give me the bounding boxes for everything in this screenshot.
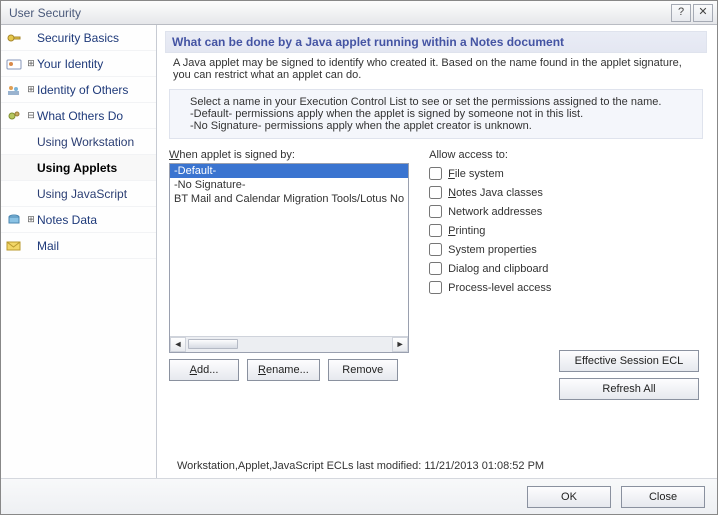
expand-icon[interactable]: ⊞	[25, 84, 37, 95]
key-icon	[5, 30, 23, 46]
gears-icon	[5, 108, 23, 124]
remove-button[interactable]: Remove	[328, 359, 398, 381]
effective-session-ecl-button[interactable]: Effective Session ECL	[559, 350, 699, 372]
sidebar-item-using-javascript[interactable]: Using JavaScript	[1, 181, 156, 207]
close-button[interactable]: Close	[621, 486, 705, 508]
signer-list-label: When applet is signed by:	[169, 149, 409, 161]
perm-process-level[interactable]: Process-level access	[429, 278, 703, 297]
scroll-right-icon[interactable]: ►	[392, 337, 408, 352]
ok-button[interactable]: OK	[527, 486, 611, 508]
perm-network[interactable]: Network addresses	[429, 202, 703, 221]
close-window-button[interactable]: ✕	[693, 4, 713, 22]
dialog-footer: OK Close	[1, 478, 717, 514]
allow-access-label: Allow access to:	[429, 149, 703, 161]
sidebar-item-using-applets[interactable]: Using Applets	[1, 155, 156, 181]
sidebar: Security Basics ⊞ Your Identity ⊞ Identi…	[1, 25, 157, 478]
refresh-all-button[interactable]: Refresh All	[559, 378, 699, 400]
last-modified-status: Workstation,Applet,JavaScript ECLs last …	[165, 456, 707, 474]
list-item[interactable]: -No Signature-	[170, 178, 408, 192]
scroll-thumb[interactable]	[188, 339, 238, 349]
sidebar-item-identity-of-others[interactable]: ⊞ Identity of Others	[1, 77, 156, 103]
mail-icon	[5, 238, 23, 254]
sidebar-item-mail[interactable]: Mail	[1, 233, 156, 259]
help-button[interactable]: ?	[671, 4, 691, 22]
scroll-left-icon[interactable]: ◄	[170, 337, 186, 352]
section-heading: What can be done by a Java applet runnin…	[165, 31, 707, 53]
list-item[interactable]: -Default-	[170, 164, 408, 178]
rename-button[interactable]: Rename...	[247, 359, 320, 381]
people-icon	[5, 82, 23, 98]
window-title: User Security	[9, 6, 81, 20]
list-item[interactable]: BT Mail and Calendar Migration Tools/Lot…	[170, 192, 408, 206]
perm-dialog-clipboard[interactable]: Dialog and clipboard	[429, 259, 703, 278]
database-icon	[5, 212, 23, 228]
sidebar-item-notes-data[interactable]: ⊞ Notes Data	[1, 207, 156, 233]
section-description: A Java applet may be signed to identify …	[165, 53, 707, 89]
perm-system-props[interactable]: System properties	[429, 240, 703, 259]
add-button[interactable]: Add...	[169, 359, 239, 381]
perm-file-system[interactable]: File system	[429, 164, 703, 183]
id-card-icon	[5, 56, 23, 72]
perm-notes-java[interactable]: Notes Java classes	[429, 183, 703, 202]
expand-icon[interactable]: ⊞	[25, 58, 37, 69]
sidebar-item-what-others-do[interactable]: ⊟ What Others Do	[1, 103, 156, 129]
collapse-icon[interactable]: ⊟	[25, 110, 37, 121]
signer-list[interactable]: -Default- -No Signature- BT Mail and Cal…	[169, 163, 409, 353]
title-bar: User Security ? ✕	[1, 1, 717, 25]
sidebar-item-using-workstation[interactable]: Using Workstation	[1, 129, 156, 155]
perm-printing[interactable]: Printing	[429, 221, 703, 240]
sidebar-item-your-identity[interactable]: ⊞ Your Identity	[1, 51, 156, 77]
expand-icon[interactable]: ⊞	[25, 214, 37, 225]
info-box: Select a name in your Execution Control …	[169, 89, 703, 139]
sidebar-item-security-basics[interactable]: Security Basics	[1, 25, 156, 51]
horizontal-scrollbar[interactable]: ◄ ►	[170, 336, 408, 352]
